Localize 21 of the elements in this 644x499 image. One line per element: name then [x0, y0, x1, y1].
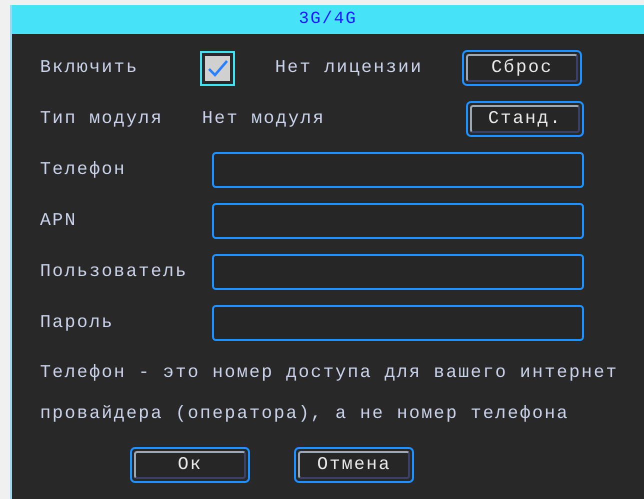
dialog-button[interactable]: Отмена: [294, 447, 414, 483]
field-label: Пользователь: [40, 260, 189, 284]
field-label: Телефон: [40, 158, 128, 182]
license-status: Нет лицензии: [275, 56, 424, 80]
field-label: Пароль: [40, 312, 115, 334]
hint-text: Телефон - это номер доступа для вашего интернет: [40, 362, 618, 385]
dialog-button[interactable]: Ок: [130, 447, 250, 483]
input-field[interactable]: [212, 203, 584, 239]
input-field[interactable]: [212, 305, 584, 341]
field-label: APN: [40, 210, 78, 232]
enable-label: Включить: [40, 56, 140, 80]
enable-checkbox[interactable]: [200, 50, 235, 86]
input-field[interactable]: [212, 254, 584, 290]
dialog-button[interactable]: Сброс: [462, 50, 582, 86]
input-field[interactable]: [212, 152, 584, 188]
module-label: Тип модуля: [40, 108, 164, 130]
dialog-button[interactable]: Станд.: [466, 101, 584, 137]
module-value: Нет модуля: [202, 108, 326, 130]
hint-text: провайдера (оператора), а не номер телефона: [40, 403, 569, 426]
checkmark-icon: [206, 59, 228, 77]
window-title: 3G/4G: [12, 5, 644, 34]
